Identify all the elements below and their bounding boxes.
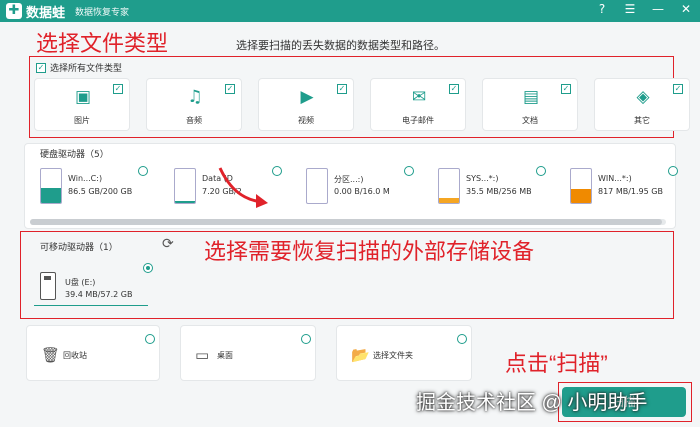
drive-size: 86.5 GB/200 GB	[68, 187, 133, 196]
video-icon: ▶	[300, 87, 314, 107]
drive-size: 0.00 B/16.0 M	[334, 187, 390, 196]
select-all-checkbox[interactable]: ✓ 选择所有文件类型	[36, 61, 122, 74]
drive-radio[interactable]	[272, 166, 282, 176]
drive-size: 35.5 MB/256 MB	[466, 187, 532, 196]
file-type-label: 视频	[298, 116, 314, 125]
file-type-audio[interactable]: ♫ ✓ 音频	[146, 78, 242, 131]
hard-drive-icon	[40, 168, 62, 204]
hard-drive-icon	[570, 168, 592, 204]
removable-title: 可移动驱动器（1）	[40, 243, 118, 253]
logo-mark-icon: ✚	[6, 3, 22, 19]
file-type-list: ▣ ✓ 图片 ♫ ✓ 音频 ▶ ✓ 视频 ✉ ✓ 电子邮件 ▤ ✓ 文档 ◈ ✓…	[34, 78, 690, 131]
checkbox-icon[interactable]: ✓	[673, 84, 683, 94]
file-type-label: 音频	[186, 116, 202, 125]
location-label: 桌面	[217, 351, 233, 360]
drive-size: 817 MB/1.95 GB	[598, 187, 663, 196]
file-type-label: 文档	[522, 116, 538, 125]
drive-radio[interactable]	[138, 166, 148, 176]
file-type-other[interactable]: ◈ ✓ 其它	[594, 78, 690, 131]
drive-radio[interactable]	[668, 166, 678, 176]
annotation-arrow-icon	[218, 167, 268, 208]
usb-drive-icon	[40, 272, 56, 300]
location-radio[interactable]	[457, 334, 467, 344]
drive-scrollbar[interactable]	[30, 219, 666, 225]
hard-drive-icon	[306, 168, 328, 204]
file-type-image[interactable]: ▣ ✓ 图片	[34, 78, 130, 131]
location-desktop[interactable]: ▭ 桌面	[180, 325, 316, 381]
app-logo: ✚ 数据蛙 数据恢复专家	[6, 2, 129, 21]
annotation-click-scan: 点击“扫描”	[505, 351, 608, 376]
drive-radio[interactable]	[404, 166, 414, 176]
annotation-select-device: 选择需要恢复扫描的外部存储设备	[204, 239, 535, 264]
select-all-label: 选择所有文件类型	[50, 64, 123, 74]
checkbox-icon[interactable]: ✓	[449, 84, 459, 94]
window-controls: ? ☰ — ✕	[594, 2, 694, 16]
watermark: 掘金技术社区 @ 小明助手	[416, 392, 648, 414]
location-label: 回收站	[63, 351, 87, 360]
checkbox-icon[interactable]: ✓	[113, 84, 123, 94]
app-subtitle: 数据恢复专家	[75, 7, 130, 18]
desktop-icon: ▭	[195, 346, 210, 364]
location-recycle-bin[interactable]: 🗑 回收站	[26, 325, 160, 381]
checkmark-icon: ✓	[36, 62, 46, 73]
location-label: 选择文件夹	[373, 351, 413, 360]
location-choose-folder[interactable]: 📂 选择文件夹	[336, 325, 472, 381]
close-icon[interactable]: ✕	[678, 2, 694, 16]
usb-drive-size: 39.4 MB/57.2 GB	[65, 290, 133, 299]
usb-drive-radio[interactable]	[143, 263, 153, 273]
help-icon[interactable]: ?	[594, 2, 610, 16]
page-prompt: 选择要扫描的丢失数据的数据类型和路径。	[236, 39, 445, 52]
menu-icon[interactable]: ☰	[622, 2, 638, 16]
checkbox-icon[interactable]: ✓	[225, 84, 235, 94]
document-icon: ▤	[522, 87, 540, 107]
usb-drive-name: U盘 (E:)	[65, 278, 96, 287]
hard-drive-title: 硬盘驱动器（5）	[40, 150, 109, 160]
file-type-label: 电子邮件	[402, 116, 434, 125]
hard-drive-icon	[174, 168, 196, 204]
app-name: 数据蛙	[26, 5, 66, 21]
drive-usage-fill	[175, 201, 195, 203]
other-icon: ◈	[636, 87, 650, 107]
file-type-email[interactable]: ✉ ✓ 电子邮件	[370, 78, 466, 131]
email-icon: ✉	[411, 87, 427, 107]
location-radio[interactable]	[301, 334, 311, 344]
file-type-label: 图片	[74, 116, 90, 125]
hard-drive-icon	[438, 168, 460, 204]
location-radio[interactable]	[145, 334, 155, 344]
image-icon: ▣	[74, 87, 92, 107]
drive-name: Win...C:)	[68, 174, 103, 183]
checkbox-icon[interactable]: ✓	[561, 84, 571, 94]
title-bar: ✚ 数据蛙 数据恢复专家 ? ☰ — ✕	[0, 0, 700, 22]
refresh-icon[interactable]: ⟳	[162, 236, 174, 252]
file-type-label: 其它	[634, 116, 650, 125]
drive-name: WIN...*:)	[598, 174, 632, 183]
trash-icon: 🗑	[41, 346, 61, 364]
drive-usage-fill	[571, 188, 591, 203]
drive-usage-fill	[439, 198, 459, 203]
folder-icon: 📂	[351, 346, 370, 364]
file-type-document[interactable]: ▤ ✓ 文档	[482, 78, 578, 131]
usb-drive-item[interactable]: U盘 (E:) 39.4 MB/57.2 GB	[34, 266, 148, 306]
drive-name: SYS...*:)	[466, 174, 499, 183]
checkbox-icon[interactable]: ✓	[337, 84, 347, 94]
drive-radio[interactable]	[536, 166, 546, 176]
file-type-video[interactable]: ▶ ✓ 视频	[258, 78, 354, 131]
music-icon: ♫	[187, 87, 203, 107]
annotation-select-types: 选择文件类型	[36, 31, 169, 56]
drive-usage-fill	[41, 188, 61, 203]
scrollbar-thumb[interactable]	[30, 219, 662, 225]
drive-name: 分区...:)	[334, 175, 364, 184]
minimize-icon[interactable]: —	[650, 2, 666, 16]
